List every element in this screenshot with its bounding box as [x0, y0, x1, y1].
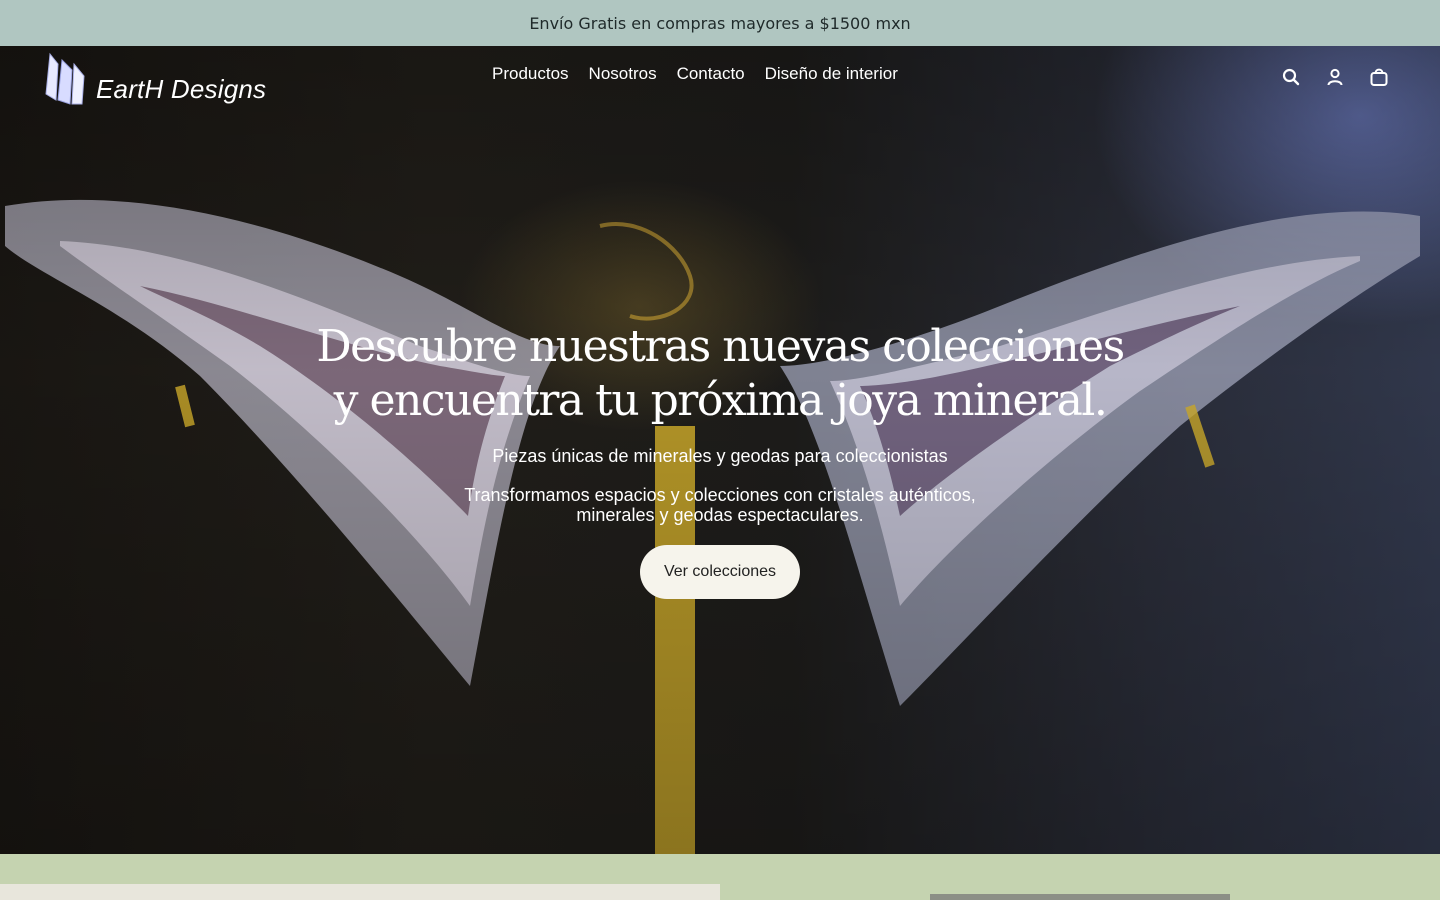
- view-collections-button[interactable]: Ver colecciones: [639, 545, 801, 599]
- featured-section: [0, 854, 1440, 900]
- logo[interactable]: EartH Designs: [40, 50, 266, 108]
- hero-description: Transformamos espacios y colecciones con…: [464, 485, 976, 525]
- search-button[interactable]: [1280, 66, 1302, 88]
- account-button[interactable]: [1324, 66, 1346, 88]
- nav-item-productos[interactable]: Productos: [492, 64, 569, 84]
- cart-icon: [1370, 68, 1388, 86]
- main-nav: Productos Nosotros Contacto Diseño de in…: [492, 64, 898, 84]
- header-icons: [1280, 66, 1390, 88]
- nav-item-nosotros[interactable]: Nosotros: [589, 64, 657, 84]
- announcement-text: Envío Gratis en compras mayores a $1500 …: [529, 13, 911, 33]
- hero-content: Descubre nuestras nuevas colecciones y e…: [0, 320, 1440, 599]
- account-icon: [1327, 68, 1343, 86]
- nav-item-diseno-interior[interactable]: Diseño de interior: [765, 64, 898, 84]
- featured-card-image[interactable]: [0, 884, 720, 900]
- search-icon: [1282, 68, 1300, 86]
- featured-product-image[interactable]: [930, 894, 1230, 900]
- hero-subtitle: Piezas únicas de minerales y geodas para…: [492, 446, 948, 466]
- logo-text: EartH Designs: [96, 73, 267, 104]
- announcement-bar: Envío Gratis en compras mayores a $1500 …: [0, 0, 1440, 46]
- site-header: EartH Designs Productos Nosotros Contact…: [0, 46, 1440, 110]
- cart-button[interactable]: [1368, 66, 1390, 88]
- nav-item-contacto[interactable]: Contacto: [677, 64, 745, 84]
- hero-title: Descubre nuestras nuevas colecciones y e…: [316, 321, 1125, 426]
- crystal-logo-icon: [45, 52, 85, 105]
